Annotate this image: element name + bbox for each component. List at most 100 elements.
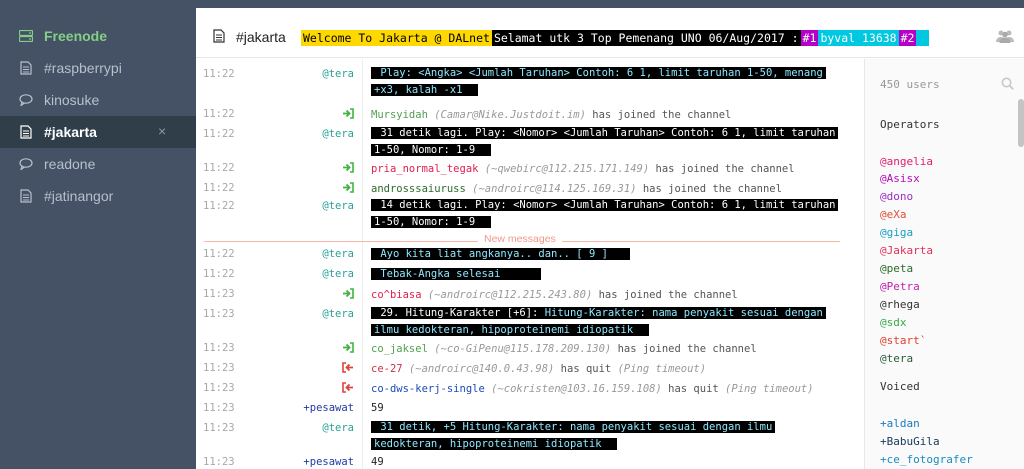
message-author[interactable]: @tera <box>322 200 354 212</box>
message-author[interactable]: +pesawat <box>303 402 354 414</box>
message-text: co^biasa (~androirc@112.215.243.80) has … <box>371 289 738 301</box>
timestamp: 11:22 <box>203 200 235 212</box>
message-author[interactable]: @tera <box>322 68 354 80</box>
user-item[interactable]: +BabuGila <box>880 435 940 448</box>
message-text: ce-27 (~androirc@140.0.43.98) has quit (… <box>371 363 707 375</box>
timestamp: 11:23 <box>203 308 235 320</box>
message-text: 59 <box>371 402 384 414</box>
new-messages-label: New messages <box>478 233 562 245</box>
close-icon[interactable]: × <box>158 123 166 139</box>
sidebar-item-freenode[interactable]: Freenode <box>0 20 196 52</box>
query-icon <box>18 92 34 108</box>
sidebar-item-jatinangor[interactable]: #jatinangor <box>0 180 196 212</box>
user-item[interactable]: +aldan <box>880 417 920 430</box>
channel-title: #jakarta <box>236 29 286 45</box>
timestamp: 11:22 <box>203 268 235 280</box>
join-icon <box>342 342 354 356</box>
message-text: androsssaiuruss (~androirc@114.125.169.3… <box>371 183 782 195</box>
sidebar-item-raspberrypi[interactable]: #raspberrypi <box>0 52 196 84</box>
topic-segment: Selamat utk 3 Top Pemenang UNO 06/Aug/20… <box>491 30 801 46</box>
topic-segment <box>916 30 929 46</box>
timestamp: 11:23 <box>203 402 235 414</box>
topic-segment: byval 13638 <box>818 30 899 46</box>
sidebar-item-readone[interactable]: readone <box>0 148 196 180</box>
user-count: 450 users <box>880 78 940 91</box>
scrollbar[interactable] <box>1018 99 1024 147</box>
sidebar-item-label: kinosuke <box>44 92 100 108</box>
timestamp: 11:22 <box>203 248 235 260</box>
message-text: co-dws-kerj-single (~cokristen@103.16.15… <box>371 383 814 395</box>
join-icon <box>342 162 354 176</box>
user-item[interactable]: @sdx <box>880 316 907 329</box>
user-item[interactable]: @Jakarta <box>880 244 933 257</box>
timestamp: 11:22 <box>203 128 235 140</box>
message-author[interactable]: @tera <box>322 308 354 320</box>
timestamp: 11:23 <box>203 382 235 394</box>
user-item[interactable]: +ce_fotografer <box>880 453 973 466</box>
channel-icon <box>18 188 34 204</box>
join-icon <box>342 288 354 302</box>
message-text: 49 <box>371 456 384 468</box>
sidebar-item-kinosuke[interactable]: kinosuke <box>0 84 196 116</box>
timestamp: 11:23 <box>203 288 235 300</box>
join-icon <box>342 182 354 196</box>
user-item[interactable]: @dono <box>880 190 913 203</box>
join-icon <box>342 108 354 122</box>
user-list[interactable]: 450 users Operators @angelia @Asisx @don… <box>864 59 1024 469</box>
user-item[interactable]: @angelia <box>880 155 933 168</box>
message-text: 29. Hitung-Karakter [+6]: Hitung-Karakte… <box>371 305 841 339</box>
search-icon[interactable] <box>1001 77 1014 95</box>
message-author[interactable]: @tera <box>322 422 354 434</box>
message-author[interactable]: @tera <box>322 248 354 260</box>
user-item[interactable]: @Petra <box>880 280 920 293</box>
channel-header: #jakarta Welcome To Jakarta @ DALnet Sel… <box>196 8 1024 58</box>
timestamp: 11:23 <box>203 456 235 468</box>
timestamp: 11:22 <box>203 68 235 80</box>
message-author[interactable]: @tera <box>322 128 354 140</box>
sidebar-item-label: Freenode <box>44 28 108 44</box>
user-item[interactable]: @eXa <box>880 208 907 221</box>
user-item[interactable]: @Asisx <box>880 172 920 185</box>
timestamp: 11:22 <box>203 182 235 194</box>
message-text: pria_normal_tegak (~qwebirc@112.215.171.… <box>371 163 795 175</box>
query-icon <box>18 156 34 172</box>
timestamp: 11:23 <box>203 342 235 354</box>
voiced-heading: Voiced <box>880 380 920 393</box>
message-list[interactable]: 11:22 @tera Play: <Angka> <Jumlah Taruha… <box>196 59 864 469</box>
message-text: Ayo kita liat angkanya.. dan.. [ 9 ] <box>371 246 841 263</box>
user-item[interactable]: @tera <box>880 352 913 365</box>
column-divider <box>362 59 363 469</box>
user-item[interactable]: @start` <box>880 334 926 347</box>
user-item[interactable]: @giga <box>880 226 913 239</box>
sidebar: Freenode #raspberrypi kinosuke #jakarta … <box>0 0 196 469</box>
timestamp: 11:22 <box>203 162 235 174</box>
users-icon[interactable] <box>996 29 1014 48</box>
sidebar-item-label: #jakarta <box>44 124 97 140</box>
channel-icon <box>18 60 34 76</box>
message-text: Play: <Angka> <Jumlah Taruhan> Contoh: 6… <box>371 65 841 99</box>
chat-window: #jakarta Welcome To Jakarta @ DALnet Sel… <box>196 8 1024 469</box>
channel-topic[interactable]: Welcome To Jakarta @ DALnet Selamat utk … <box>301 30 929 46</box>
timestamp: 11:22 <box>203 108 235 120</box>
sidebar-item-label: #jatinangor <box>44 188 114 204</box>
network-icon <box>18 28 34 44</box>
topic-segment: Welcome To Jakarta @ DALnet <box>301 30 492 46</box>
message-text: co_jaksel (~co-GiPenu@115.178.209.130) h… <box>371 343 757 355</box>
sidebar-item-label: readone <box>44 156 96 172</box>
message-author[interactable]: +pesawat <box>303 456 354 468</box>
sidebar-item-jakarta[interactable]: #jakarta × <box>0 116 196 148</box>
message-text: 31 detik lagi. Play: <Nomor> <Jumlah Tar… <box>371 125 841 159</box>
message-text: Tebak-Angka selesai <box>371 266 841 283</box>
topic-segment: #2 <box>898 30 917 46</box>
channel-icon <box>18 124 34 140</box>
quit-icon <box>342 382 354 396</box>
user-item[interactable]: @rhega <box>880 298 920 311</box>
topic-segment: #1 <box>800 30 819 46</box>
message-author[interactable]: @tera <box>322 268 354 280</box>
message-text: 14 detik lagi. Play: <Nomor> <Jumlah Tar… <box>371 197 841 231</box>
message-text: 31 detik, +5 Hitung-Karakter: nama penya… <box>371 419 841 453</box>
channel-icon <box>213 29 225 48</box>
user-item[interactable]: @peta <box>880 262 913 275</box>
operators-heading: Operators <box>880 118 940 131</box>
message-text: Mursyidah (Camar@Nike.Justdoit.im) has j… <box>371 109 732 121</box>
